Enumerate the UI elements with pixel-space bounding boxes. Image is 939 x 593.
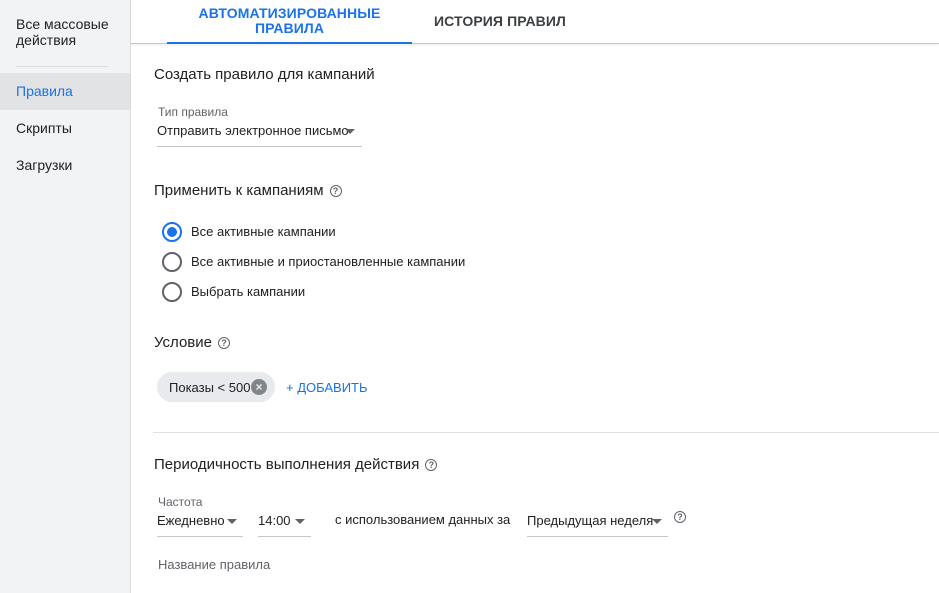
frequency-select[interactable]: Ежедневно [157, 511, 243, 537]
help-circle-icon[interactable]: ? [674, 511, 686, 523]
schedule-title: Периодичность выполнения действия? [154, 456, 438, 473]
condition-chip-label: Показы < 500 [169, 380, 251, 395]
radio-checked-icon [162, 222, 182, 242]
period-select[interactable]: Предыдущая неделя [527, 511, 668, 537]
arrow-drop-down-icon [227, 519, 237, 524]
help-circle-icon[interactable]: ? [217, 337, 230, 349]
radio-label: Выбрать кампании [191, 284, 306, 299]
sidebar-divider [16, 66, 108, 67]
radio-label: Все активные и приостановленные кампании [191, 254, 466, 269]
rule-type-label: Тип правила [158, 105, 228, 119]
arrow-drop-down-icon [295, 519, 305, 524]
app-root: Все массовые действия Правила Скрипты За… [0, 0, 939, 593]
rule-type-select[interactable]: Отправить электронное письмо [157, 121, 362, 147]
sidebar-item-rules[interactable]: Правила [0, 73, 130, 110]
radio-unchecked-icon [162, 252, 182, 272]
arrow-drop-down-icon [345, 129, 355, 134]
tab-rules-history[interactable]: История правил [431, 0, 569, 43]
schedule-title-text: Периодичность выполнения действия [154, 456, 420, 473]
time-select[interactable]: 14:00 [258, 511, 311, 537]
time-value: 14:00 [258, 513, 291, 528]
using-data-text: с использованием данных за [335, 512, 511, 527]
section-divider [153, 432, 939, 433]
rule-name-field[interactable]: Название правила [158, 557, 270, 572]
arrow-drop-down-icon [652, 519, 662, 524]
condition-title: Условие? [154, 334, 230, 351]
apply-title: Применить к кампаниям? [154, 182, 342, 199]
help-circle-icon[interactable]: ? [329, 185, 342, 197]
sidebar-item-uploads[interactable]: Загрузки [0, 147, 130, 184]
tab-bar: Автоматизированные правила История прави… [131, 0, 939, 44]
apply-title-text: Применить к кампаниям [154, 182, 324, 199]
frequency-value: Ежедневно [157, 513, 225, 528]
cancel-circle-icon[interactable]: × [251, 379, 267, 395]
radio-label: Все активные кампании [191, 224, 336, 239]
sidebar-item-scripts[interactable]: Скрипты [0, 110, 130, 147]
tab-automated-rules[interactable]: Автоматизированные правила [167, 0, 412, 44]
add-condition-button[interactable]: + ДОБАВИТЬ [286, 380, 368, 395]
frequency-label: Частота [158, 495, 203, 509]
period-value: Предыдущая неделя [527, 513, 654, 528]
sidebar-title[interactable]: Все массовые действия [16, 16, 116, 48]
condition-chip[interactable]: Показы < 500 × [157, 372, 275, 402]
section-title: Создать правило для кампаний [154, 66, 375, 83]
rule-type-value: Отправить электронное письмо [157, 123, 349, 138]
sidebar: Все массовые действия Правила Скрипты За… [0, 0, 131, 593]
help-circle-icon[interactable]: ? [425, 459, 438, 471]
radio-unchecked-icon [162, 282, 182, 302]
condition-title-text: Условие [154, 334, 212, 351]
